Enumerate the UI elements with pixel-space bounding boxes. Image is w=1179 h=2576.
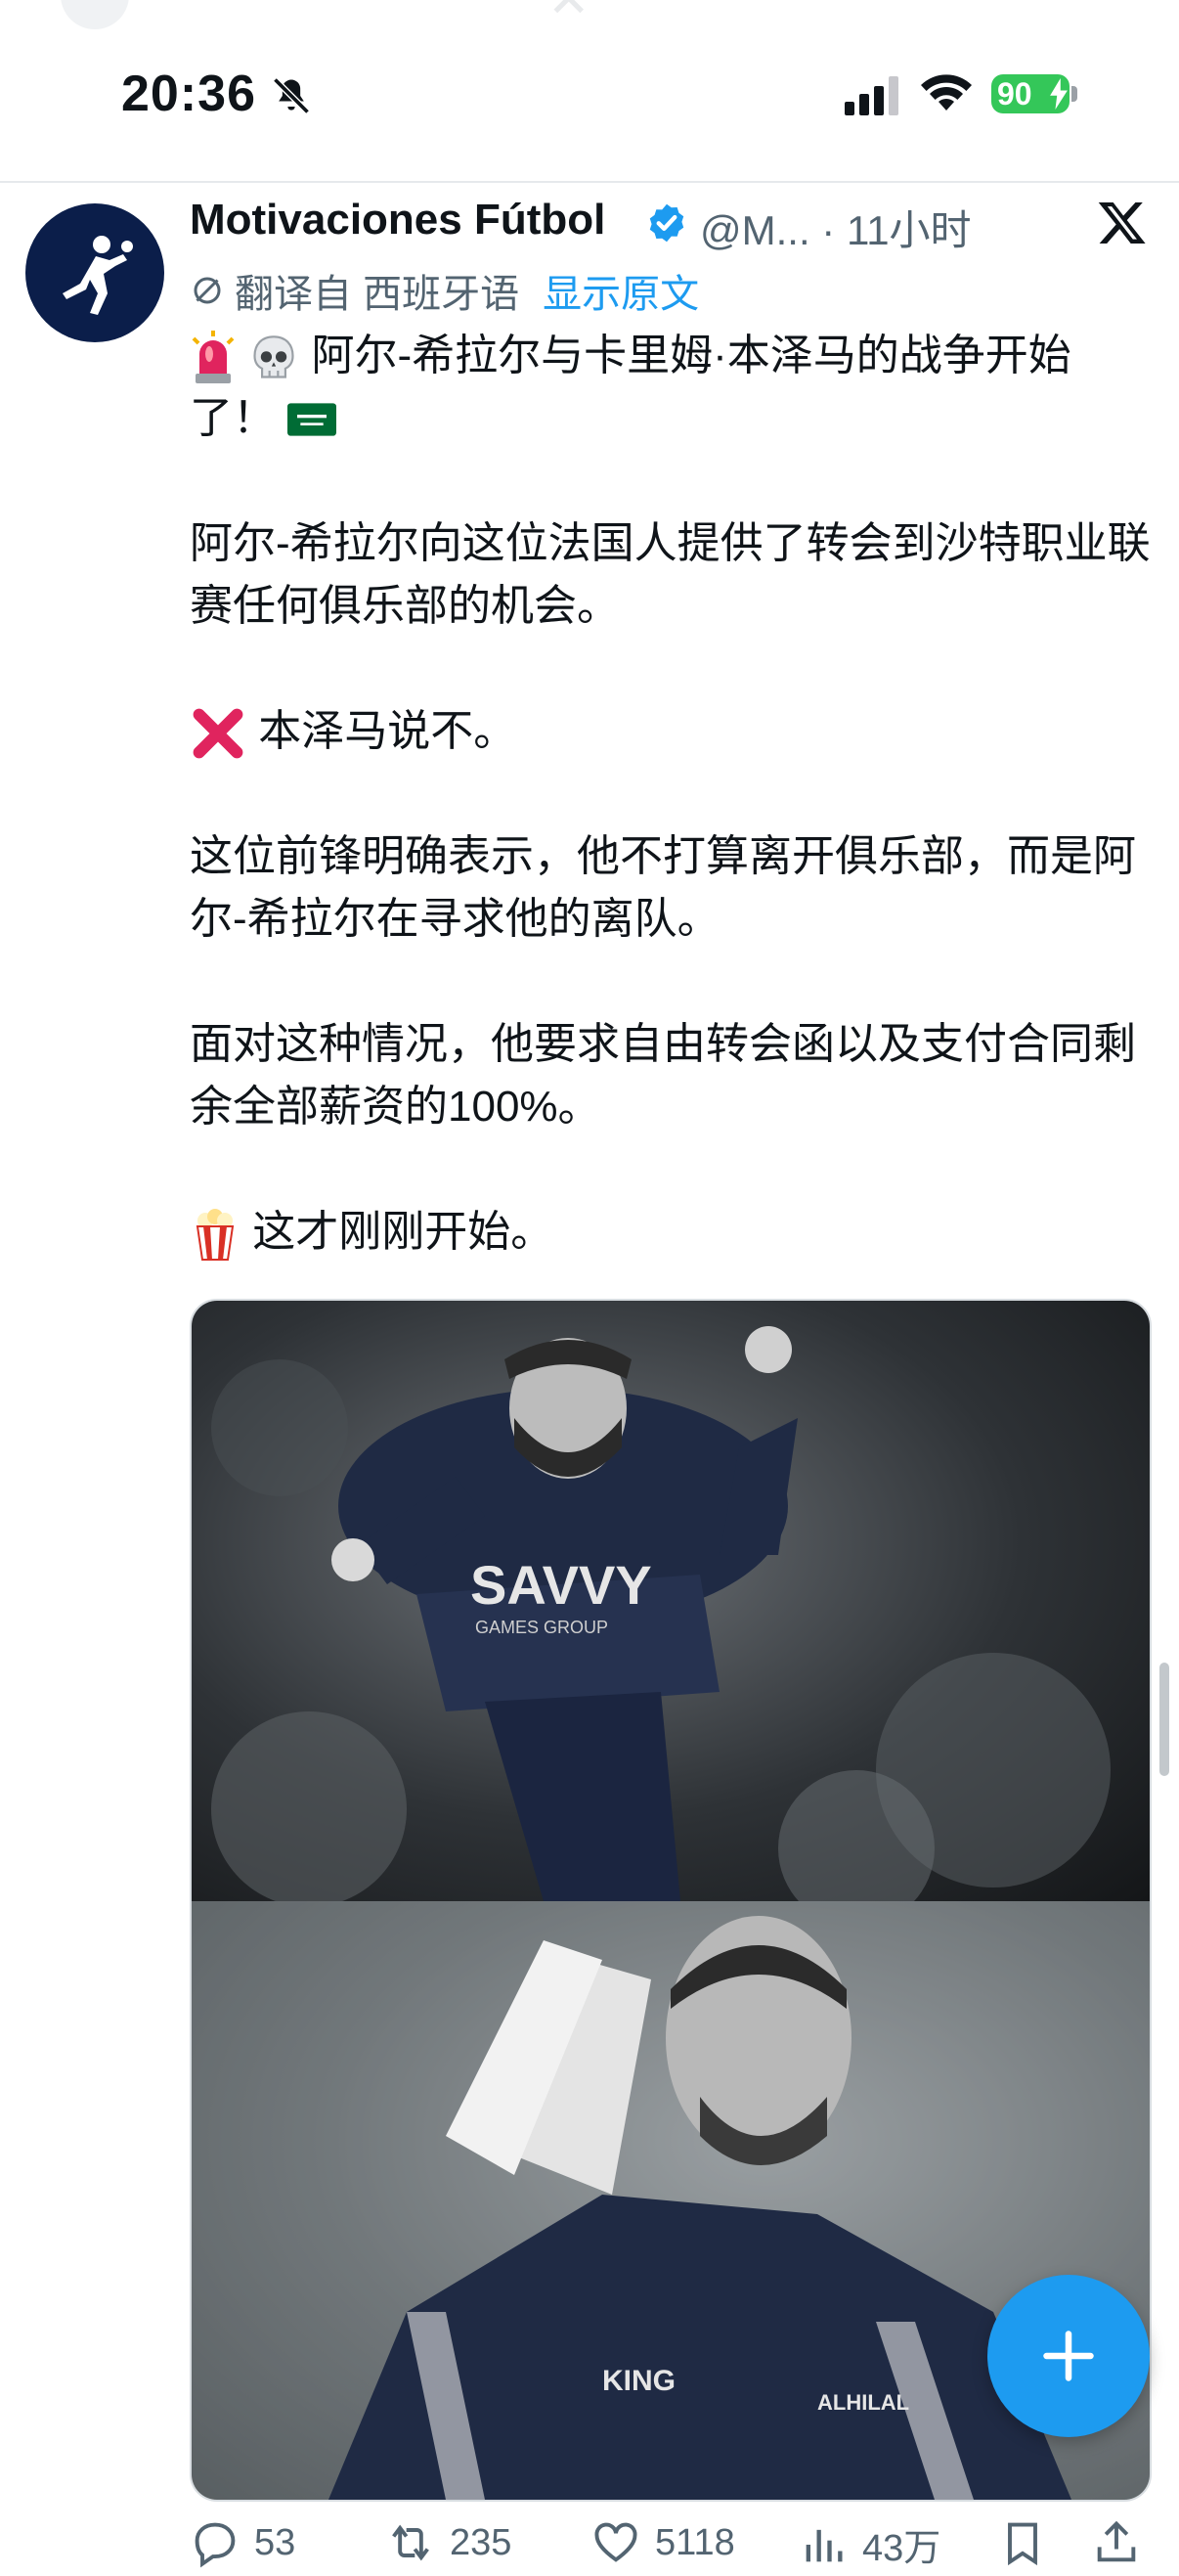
clock: 20:36 (121, 66, 256, 122)
reply-icon (195, 2522, 236, 2568)
paragraph-text: 本泽马说不。 (258, 707, 517, 755)
tweet-paragraph: 面对这种情况，他要求自由转会函以及支付合同剩余全部薪资的100%。 (190, 1013, 1154, 1138)
scrolled-header-logo: ✕ (547, 0, 590, 28)
translate-icon (194, 277, 221, 304)
tweet-paragraph: 这位前锋明确表示，他不打算离开俱乐部，而是阿尔-希拉尔在寻求他的离队。 (190, 825, 1154, 951)
show-original-link[interactable]: 显示原文 (543, 262, 699, 319)
battery-cap (1071, 86, 1077, 102)
signal-icon (845, 76, 898, 115)
scrolled-header-avatar (61, 0, 129, 29)
photo-applauding[interactable]: KING ALHILAL (192, 1901, 1150, 2500)
retweet-icon (392, 2524, 429, 2561)
battery-indicator: 90 (991, 74, 1070, 113)
paragraph-text: 这位前锋明确表示，他不打算离开俱乐部，而是阿尔-希拉尔在寻求他的离队。 (190, 832, 1136, 943)
bookmark-icon (1008, 2522, 1037, 2566)
heart-icon (594, 2522, 637, 2562)
views-count: 43万 (862, 2528, 941, 2569)
like-button[interactable]: 5118 (590, 2517, 735, 2568)
reply-button[interactable]: 53 (190, 2517, 295, 2568)
translation-label: 翻译自 西班牙语 (235, 273, 520, 316)
avatar[interactable] (25, 203, 164, 342)
tweet-paragraph: 这才刚刚开始。 (190, 1201, 1154, 1264)
wifi-icon (921, 74, 972, 111)
saudi-flag-icon (287, 403, 337, 436)
paragraph-text: 这才刚刚开始。 (252, 1208, 554, 1256)
svg-text:KING: KING (602, 2365, 676, 2397)
retweet-button[interactable]: 235 (385, 2517, 511, 2568)
plus-icon (1043, 2331, 1094, 2381)
tweet-actions: 53 235 5118 43万 (190, 2517, 1148, 2576)
skull-icon (253, 335, 294, 378)
player-celebrating-image: SAVVY GAMES GROUP (211, 1326, 1111, 1901)
photo-celebration[interactable]: SAVVY GAMES GROUP (192, 1301, 1150, 1901)
paragraph-text: 阿尔-希拉尔向这位法国人提供了转会到沙特职业联赛任何俱乐部的机会。 (190, 519, 1151, 630)
svg-text:ALHILAL: ALHILAL (817, 2390, 909, 2415)
tweet-text: 阿尔-希拉尔与卡里姆·本泽马的战争开始了！ 阿尔-希拉尔向这位法国人提供了转会到… (190, 325, 1154, 1326)
reply-count: 53 (254, 2521, 296, 2563)
tweet-paragraph: 本泽马说不。 (190, 700, 1154, 763)
battery-level: 90 (997, 76, 1032, 111)
police-light-icon (192, 331, 235, 384)
player-applauding-image: KING ALHILAL (192, 1901, 1150, 2500)
bell-slash-icon (273, 77, 310, 114)
bookmark-button[interactable] (997, 2517, 1062, 2568)
popcorn-icon (196, 1209, 235, 1262)
cross-mark-icon (193, 709, 243, 759)
share-icon (1097, 2520, 1136, 2562)
svg-text:SAVVY: SAVVY (470, 1554, 652, 1616)
battery-charging-icon (1050, 78, 1068, 110)
views-button[interactable]: 43万 (798, 2517, 940, 2571)
status-bar: ✕ 20:36 90 (0, 0, 1179, 183)
verified-badge-icon (649, 203, 684, 243)
translation-row: 翻译自 西班牙语 显示原文 (190, 262, 699, 319)
compose-button[interactable] (987, 2275, 1150, 2437)
handle-timestamp[interactable]: @M... · 11小时 (700, 198, 972, 257)
x-logo-icon[interactable] (1097, 198, 1148, 248)
tweet-paragraph: 阿尔-希拉尔向这位法国人提供了转会到沙特职业联赛任何俱乐部的机会。 (190, 512, 1154, 638)
views-icon (806, 2529, 843, 2561)
paragraph-text: 面对这种情况，他要求自由转会函以及支付合同剩余全部薪资的100%。 (190, 1020, 1136, 1131)
svg-text:GAMES GROUP: GAMES GROUP (475, 1618, 608, 1637)
tweet-paragraph: 阿尔-希拉尔与卡里姆·本泽马的战争开始了！ (190, 325, 1154, 450)
retweet-count: 235 (450, 2521, 512, 2563)
scrollbar[interactable] (1159, 1663, 1169, 1776)
share-button[interactable] (1091, 2517, 1156, 2568)
author-name[interactable]: Motivaciones Fútbol (190, 196, 605, 244)
footballer-silhouette-icon (63, 236, 133, 315)
like-count: 5118 (655, 2521, 735, 2563)
